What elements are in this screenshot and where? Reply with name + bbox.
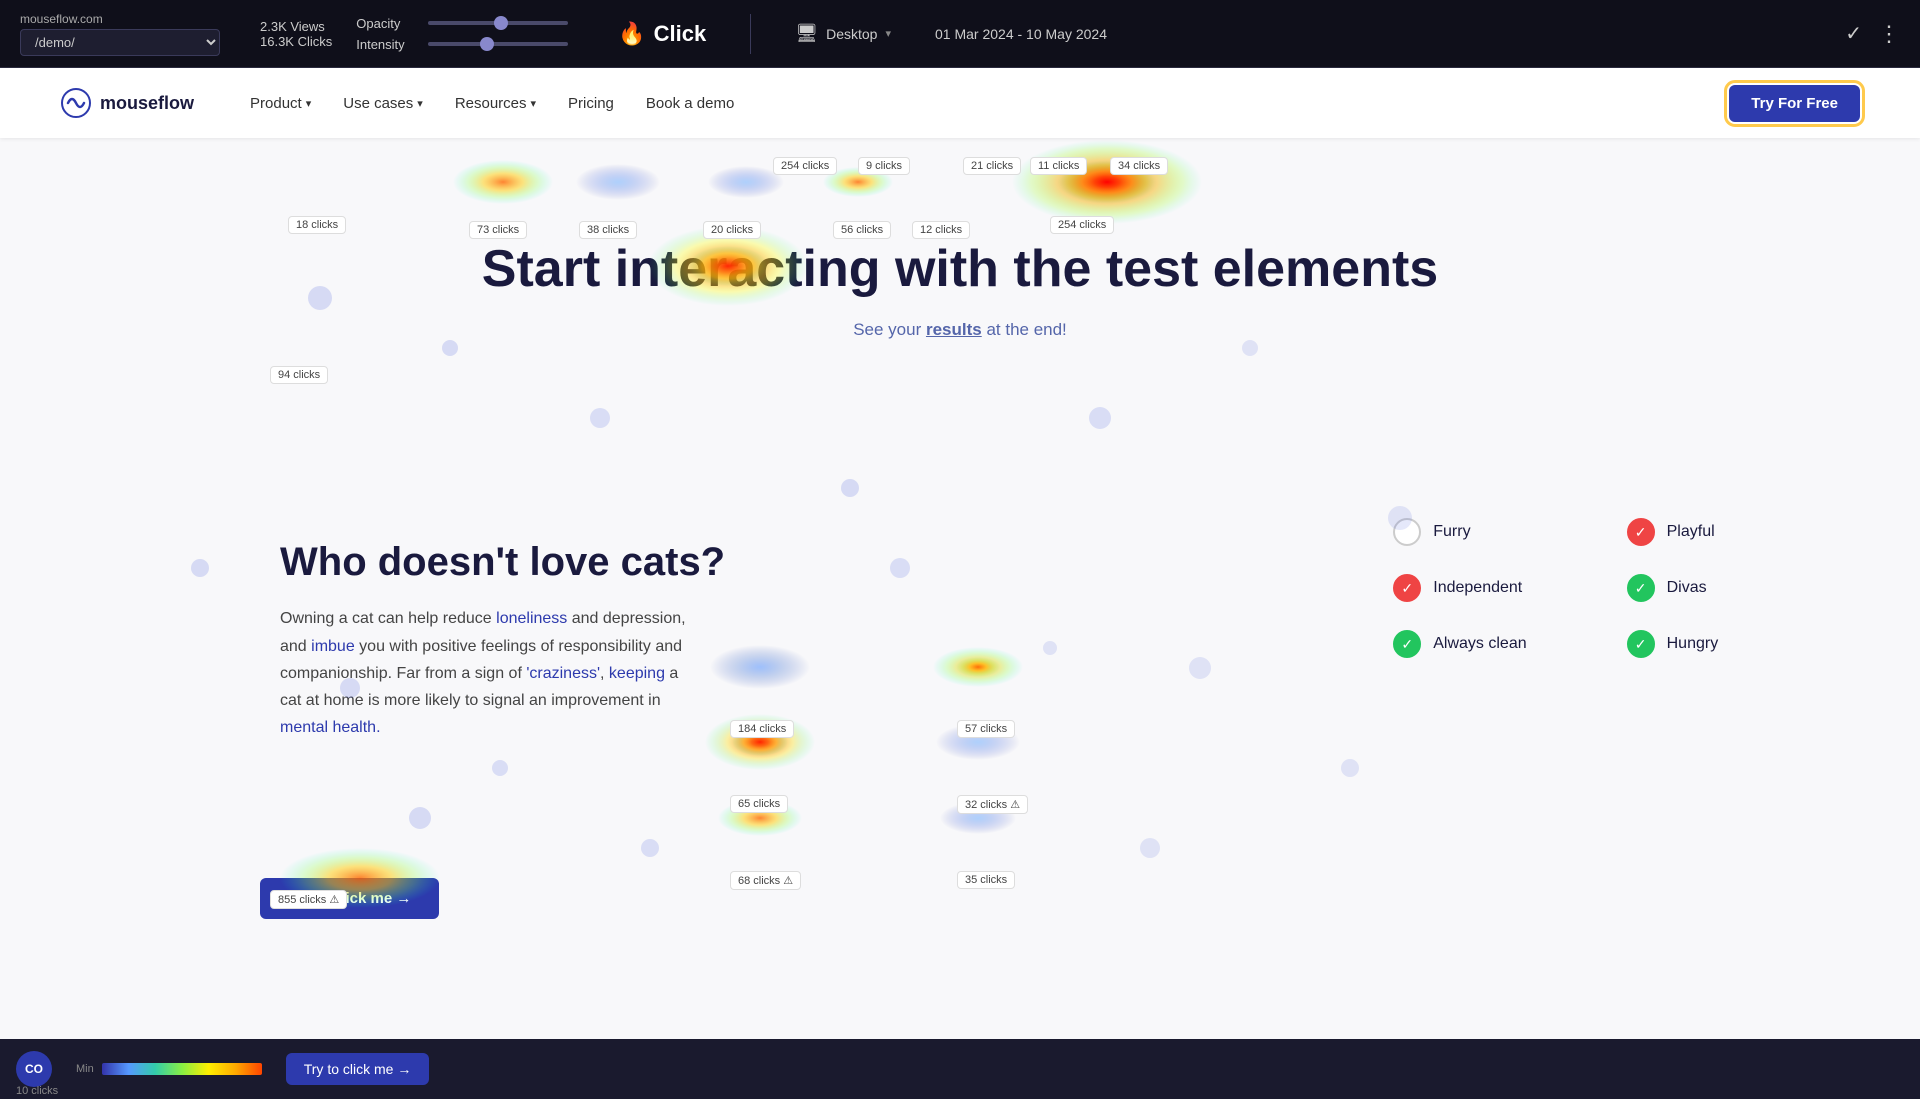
site-logo[interactable]: mouseflow: [60, 87, 194, 119]
resources-chevron-icon: ▾: [531, 97, 537, 110]
topbar-site: mouseflow.com: [20, 11, 220, 28]
checkbox-playful[interactable]: ✓ Playful: [1627, 518, 1760, 546]
hero-title: Start interacting with the test elements: [280, 238, 1640, 300]
color-scale: Min: [76, 1063, 262, 1075]
intensity-slider[interactable]: [428, 42, 568, 46]
bottom-bar: CO Min Try to click me → 10 clicks: [0, 1039, 1920, 1099]
nav-item-book-demo[interactable]: Book a demo: [630, 87, 750, 120]
heatmap-area: mouseflow Product ▾ Use cases ▾ Resource…: [0, 68, 1920, 1099]
topbar-check-icon[interactable]: ✓: [1845, 21, 1862, 46]
opacity-slider[interactable]: [428, 21, 568, 25]
nav-item-pricing[interactable]: Pricing: [552, 87, 630, 120]
topbar-more-icon[interactable]: ⋮: [1878, 21, 1900, 47]
chevron-down-icon: ▾: [885, 27, 891, 40]
scale-min-label: Min: [76, 1063, 94, 1075]
use-cases-chevron-icon: ▾: [417, 97, 423, 110]
opacity-label: Opacity: [356, 16, 420, 31]
checkbox-always-clean[interactable]: ✓ Always clean: [1393, 630, 1526, 658]
topbar-url-select[interactable]: /demo/: [20, 29, 220, 56]
site-logo-text: mouseflow: [100, 93, 194, 114]
checkboxes-area: Furry ✓ Playful ✓ Independent ✓ Divas ✓ …: [1393, 518, 1760, 658]
checkbox-furry[interactable]: Furry: [1393, 518, 1526, 546]
bottom-cta-button[interactable]: Try to click me →: [286, 1053, 430, 1085]
scale-bar: [102, 1063, 262, 1075]
nav-item-product[interactable]: Product ▾: [234, 87, 327, 120]
hero-subtitle: See your results at the end!: [280, 320, 1640, 340]
bottom-logo: CO: [16, 1051, 52, 1087]
site-nav: mouseflow Product ▾ Use cases ▾ Resource…: [0, 68, 1920, 138]
topbar-clicks: 16.3K Clicks: [260, 34, 332, 49]
product-chevron-icon: ▾: [306, 97, 312, 110]
bottom-clicks: 10 clicks: [16, 1085, 58, 1097]
intensity-label: Intensity: [356, 37, 420, 52]
checkbox-independent[interactable]: ✓ Independent: [1393, 574, 1526, 602]
site-cta-area: Try to click me →: [260, 878, 439, 919]
topbar-mode-label: Click: [654, 21, 707, 47]
monitor-icon: 🖥: [795, 23, 818, 44]
mouseflow-logo-icon: [60, 87, 92, 119]
topbar: mouseflow.com /demo/ 2.3K Views 16.3K Cl…: [0, 0, 1920, 68]
nav-item-use-cases[interactable]: Use cases ▾: [327, 87, 439, 120]
try-to-click-me-button[interactable]: Try to click me →: [260, 878, 439, 919]
nav-item-resources[interactable]: Resources ▾: [439, 87, 552, 120]
topbar-views: 2.3K Views: [260, 19, 332, 34]
topbar-date-range: 01 Mar 2024 - 10 May 2024: [935, 26, 1107, 42]
fire-icon: 🔥: [618, 21, 645, 47]
checkbox-hungry[interactable]: ✓ Hungry: [1627, 630, 1760, 658]
topbar-device[interactable]: 🖥 Desktop ▾: [795, 23, 891, 44]
website-content: mouseflow Product ▾ Use cases ▾ Resource…: [0, 68, 1920, 1099]
checkbox-divas[interactable]: ✓ Divas: [1627, 574, 1760, 602]
section-body: Owning a cat can help reduce loneliness …: [280, 605, 700, 741]
device-label: Desktop: [826, 26, 877, 42]
try-for-free-button[interactable]: Try For Free: [1729, 85, 1860, 122]
